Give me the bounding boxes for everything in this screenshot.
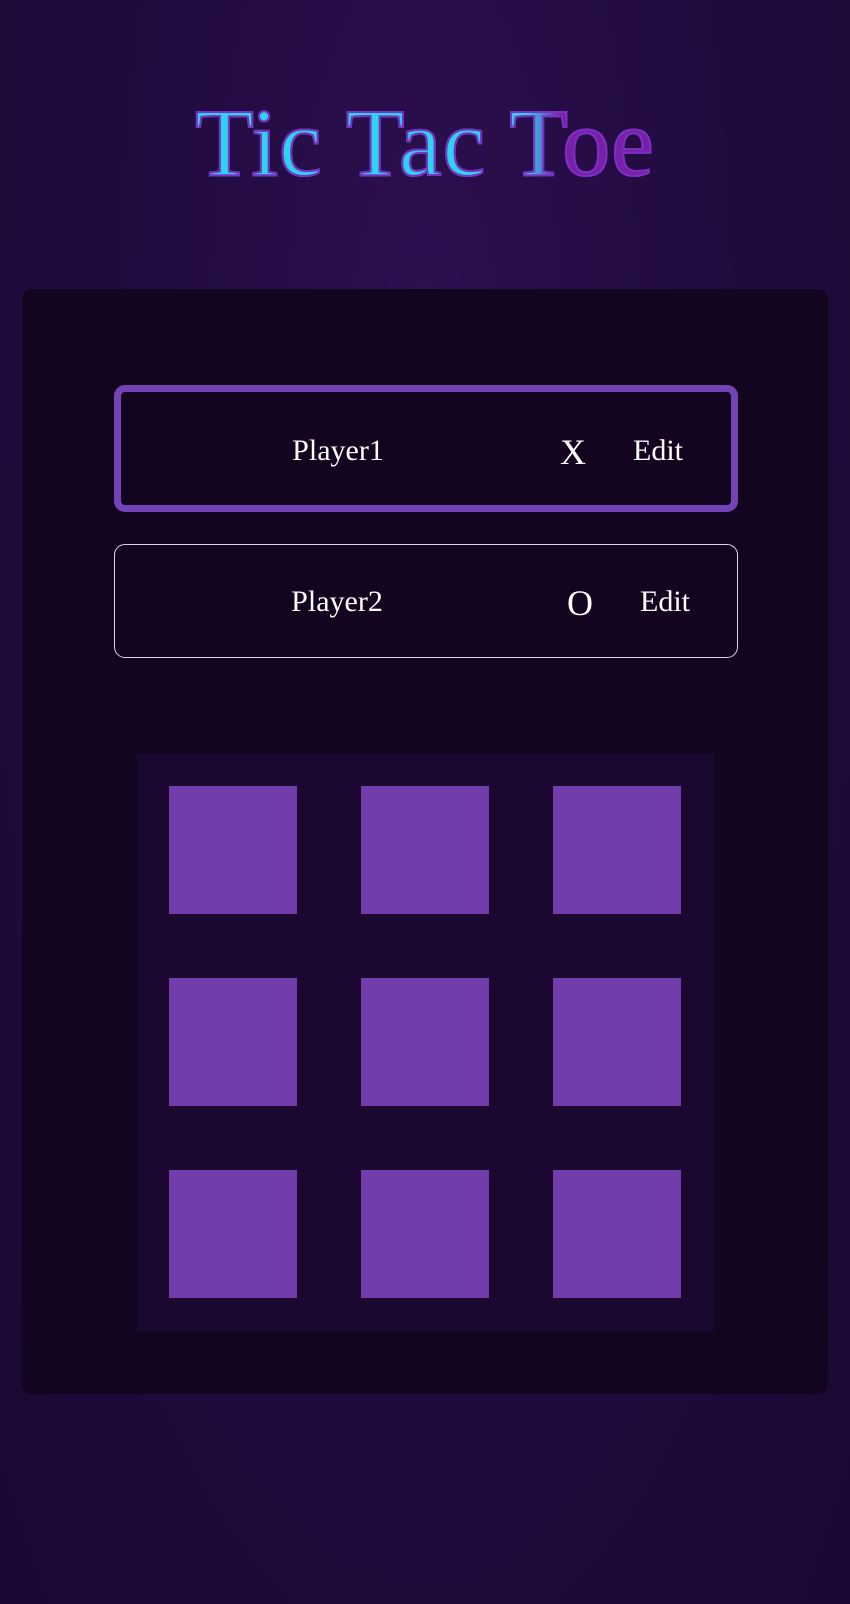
board-cell-4[interactable]	[169, 978, 297, 1106]
player-card-1: Player1 X Edit	[114, 385, 738, 512]
game-board	[137, 754, 714, 1331]
board-cell-8[interactable]	[361, 1170, 489, 1298]
board-cell-6[interactable]	[553, 978, 681, 1106]
board-cell-7[interactable]	[169, 1170, 297, 1298]
board-cell-2[interactable]	[361, 786, 489, 914]
game-panel: Player1 X Edit Player2 O Edit	[22, 289, 828, 1394]
board-cell-9[interactable]	[553, 1170, 681, 1298]
player-1-edit-button[interactable]: Edit	[633, 434, 683, 468]
board-cell-3[interactable]	[553, 786, 681, 914]
player-2-symbol: O	[567, 583, 593, 623]
player-card-2: Player2 O Edit	[114, 544, 738, 658]
game-title: Tic Tac Toe	[0, 88, 850, 198]
board-cell-5[interactable]	[361, 978, 489, 1106]
player-1-symbol: X	[560, 432, 586, 472]
board-cell-1[interactable]	[169, 786, 297, 914]
player-2-name: Player2	[291, 585, 383, 618]
player-2-edit-button[interactable]: Edit	[640, 585, 690, 619]
player-1-name: Player1	[292, 434, 384, 467]
